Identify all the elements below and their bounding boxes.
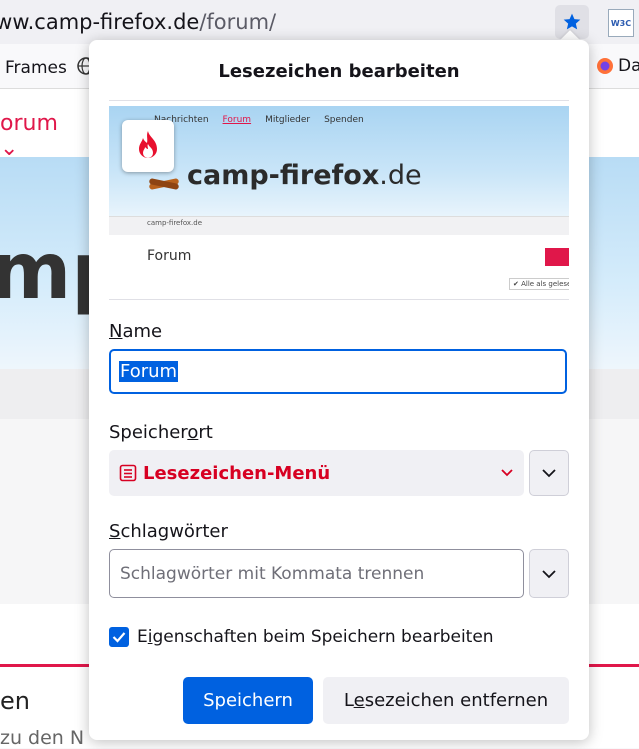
- preview-new-button: [545, 248, 569, 266]
- name-field[interactable]: Forum: [109, 349, 567, 394]
- preview-nav-item: Spenden: [324, 115, 364, 125]
- folder-dropdown[interactable]: Lesezeichen-Menü: [109, 450, 524, 496]
- remove-bookmark-button[interactable]: Lesezeichen entfernen: [323, 677, 569, 724]
- remove-label-b: sezeichen entfernen: [364, 690, 549, 711]
- edit-on-save-label-b: genschaften beim Speichern bearbeiten: [152, 627, 494, 647]
- name-label-accesskey: N: [109, 321, 123, 342]
- folder-dropdown-value: Lesezeichen-Menü: [143, 462, 331, 484]
- chevron-down-icon: [542, 469, 556, 478]
- divider: [109, 100, 569, 101]
- tags-field[interactable]: Schlagwörter mit Kommata trennen: [109, 549, 524, 598]
- flame-icon: [139, 131, 157, 158]
- expand-folder-tree-button[interactable]: [529, 450, 569, 496]
- preview-mark-read-label: Alle als gelesen: [521, 280, 569, 288]
- expand-tags-button[interactable]: [529, 549, 569, 598]
- remove-label-accesskey: e: [353, 690, 365, 711]
- star-filled-icon: [563, 13, 581, 30]
- edit-on-save-row: Eigenschaften beim Speichern bearbeiten: [109, 627, 494, 647]
- edit-on-save-label: Eigenschaften beim Speichern bearbeiten: [137, 627, 494, 647]
- tags-label-rest: chlagwörter: [120, 521, 228, 542]
- checkmark-icon: [112, 632, 126, 643]
- preview-brand-tld: .de: [379, 160, 422, 191]
- name-label-rest: ame: [122, 321, 163, 342]
- name-label: Name: [109, 321, 162, 342]
- bg-subtext-fragment: zu den N: [0, 727, 85, 749]
- location-label-a: Speicher: [109, 422, 188, 443]
- url-text[interactable]: www.camp-firefox.de/forum/: [0, 10, 276, 34]
- tags-label-accesskey: S: [109, 521, 121, 542]
- edit-bookmark-panel: Lesezeichen bearbeiten Nachrichten Forum…: [89, 40, 589, 740]
- tags-placeholder: Schlagwörter mit Kommata trennen: [120, 563, 425, 584]
- w3c-validator-icon[interactable]: W3C: [608, 9, 634, 37]
- preview-heading: Forum: [147, 248, 192, 264]
- location-label: Speicherort: [109, 422, 213, 443]
- preview-brand: camp-firefox.de: [147, 160, 422, 191]
- location-label-accesskey: o: [187, 422, 199, 443]
- bookmark-frames[interactable]: Frames: [5, 58, 67, 78]
- divider: [109, 299, 569, 300]
- panel-title: Lesezeichen bearbeiten: [218, 61, 460, 82]
- bookmarks-menu-icon: [119, 464, 137, 482]
- bg-forum-tab-label: orum: [0, 111, 58, 136]
- location-label-b: rt: [198, 422, 213, 443]
- bookmark-da[interactable]: Da: [596, 56, 639, 76]
- save-button-label: Speichern: [203, 690, 293, 711]
- remove-bookmark-label: Lesezeichen entfernen: [344, 690, 548, 711]
- remove-label-a: L: [343, 690, 354, 711]
- url-bar[interactable]: www.camp-firefox.de/forum/ W3C: [0, 0, 639, 44]
- preview-mark-read: ✔ Alle als gelesen: [509, 278, 569, 290]
- firefox-icon: [597, 58, 613, 74]
- page-preview: Nachrichten Forum Mitglieder Spenden cam…: [109, 106, 569, 294]
- bookmark-da-label: Da: [618, 56, 639, 76]
- url-host: www.camp-firefox.de: [0, 10, 200, 34]
- edit-on-save-checkbox[interactable]: [109, 627, 129, 647]
- name-field-value: Forum: [119, 361, 179, 382]
- edit-on-save-label-a: E: [137, 627, 148, 647]
- tags-label: Schlagwörter: [109, 521, 228, 542]
- preview-nav: Nachrichten Forum Mitglieder Spenden: [154, 115, 364, 125]
- save-button[interactable]: Speichern: [183, 677, 313, 724]
- preview-brand-name: camp-firefox: [187, 160, 380, 191]
- url-path: /forum/: [199, 10, 277, 34]
- preview-nav-item: Mitglieder: [265, 115, 311, 125]
- site-favicon: [122, 120, 174, 172]
- chevron-down-icon: [501, 469, 513, 477]
- preview-breadcrumb: camp-firefox.de: [147, 219, 203, 227]
- bg-heading-fragment: en: [0, 687, 30, 715]
- preview-nav-item: Forum: [222, 115, 252, 125]
- chevron-down-icon: [542, 569, 556, 578]
